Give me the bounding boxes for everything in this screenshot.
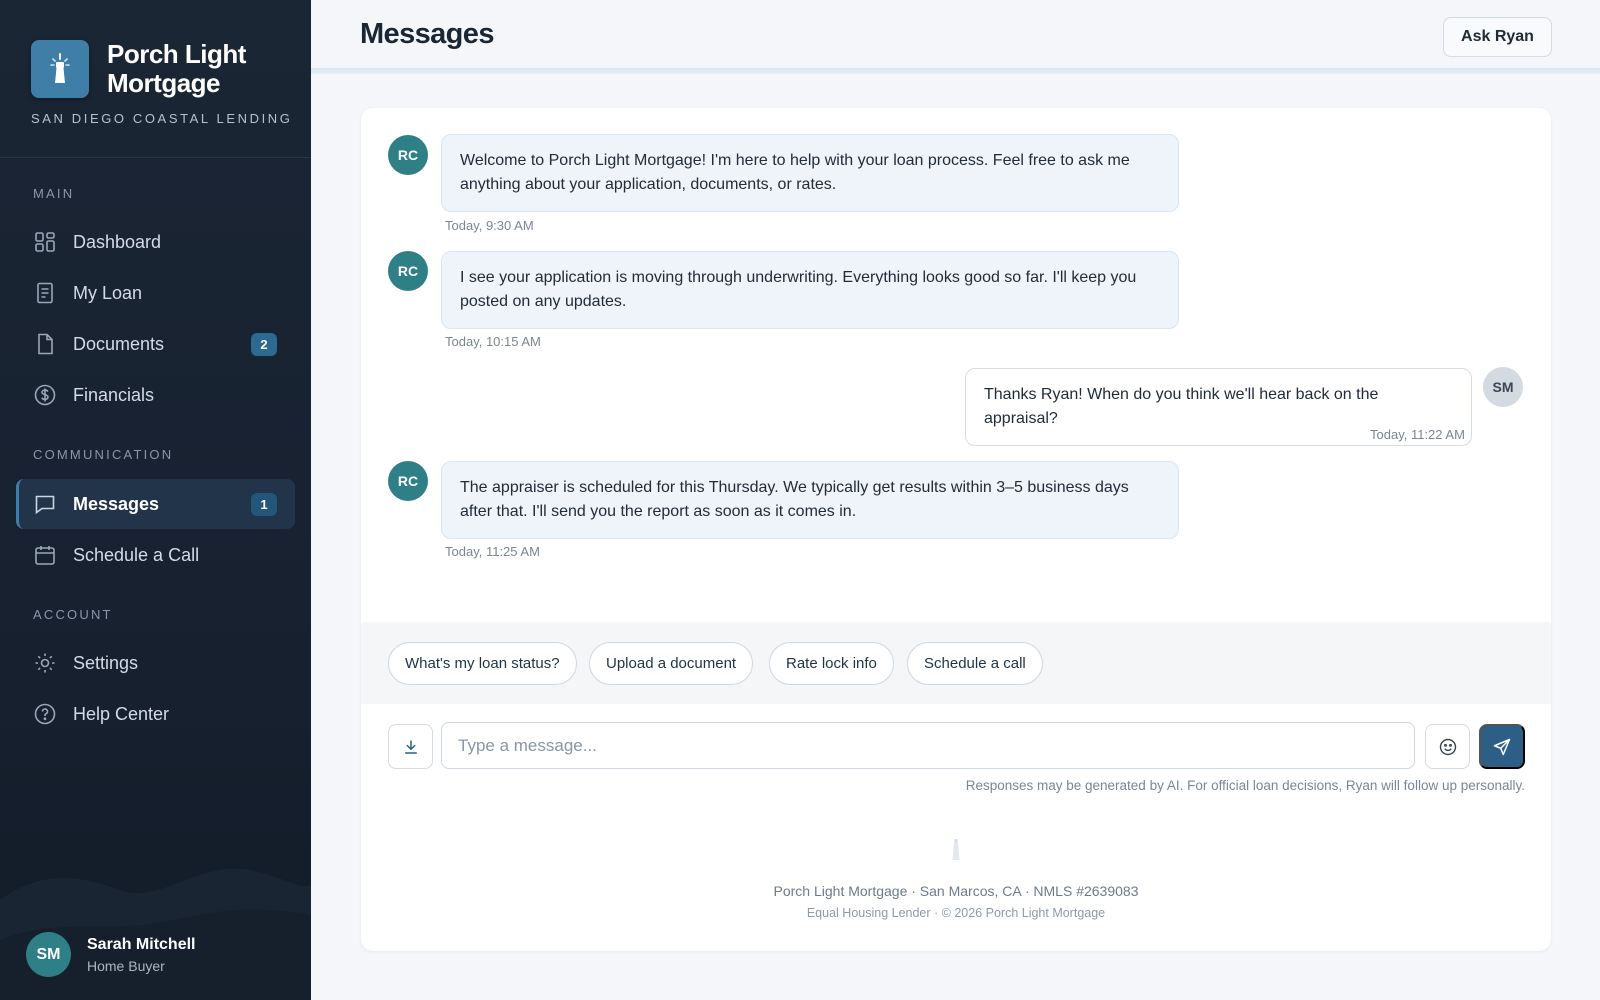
calendar-icon — [35, 546, 55, 565]
user-role: Home Buyer — [87, 957, 165, 974]
sidebar-item-dashboard[interactable]: Dashboard — [16, 217, 295, 267]
lighthouse-icon — [952, 839, 960, 860]
quick-reply-loan-status[interactable]: What's my loan status? — [388, 642, 577, 685]
ask-ryan-button[interactable]: Ask Ryan — [1443, 17, 1552, 57]
messages-count-badge: 1 — [251, 493, 277, 516]
file-icon — [38, 333, 53, 355]
sidebar-item-schedule-call[interactable]: Schedule a Call — [16, 530, 295, 580]
user-name: Sarah Mitchell — [87, 935, 196, 953]
sidebar-item-financials[interactable]: Financials — [16, 370, 295, 420]
avatar: SM — [26, 932, 71, 977]
sidebar-item-my-loan[interactable]: My Loan — [16, 268, 295, 318]
sidebar-item-label: Schedule a Call — [73, 544, 200, 565]
page-title: Messages — [360, 18, 494, 50]
sidebar-item-help-center[interactable]: Help Center — [16, 689, 295, 739]
message-bubble: I see your application is moving through… — [441, 251, 1179, 329]
sidebar-item-settings[interactable]: Settings — [16, 638, 295, 688]
document-list-icon — [37, 282, 53, 304]
nav-section-main: MAIN — [33, 186, 75, 201]
message-bubble: Welcome to Porch Light Mortgage! I'm her… — [441, 134, 1179, 212]
messages-panel: RC Welcome to Porch Light Mortgage! I'm … — [361, 108, 1551, 951]
message-timestamp: Today, 11:25 AM — [445, 544, 540, 559]
sidebar-item-label: Dashboard — [73, 231, 162, 252]
quick-reply-upload-document[interactable]: Upload a document — [589, 642, 754, 685]
nav-section-communication: COMMUNICATION — [33, 447, 174, 462]
brand[interactable]: Porch Light Mortgage — [31, 40, 247, 98]
attach-button[interactable] — [388, 724, 433, 769]
ai-disclaimer: Responses may be generated by AI. For of… — [965, 778, 1525, 793]
chat-icon — [35, 495, 55, 515]
message-timestamp: Today, 11:22 AM — [1370, 427, 1465, 442]
user-profile[interactable]: SM Sarah Mitchell Home Buyer — [26, 932, 195, 977]
help-icon — [34, 703, 56, 725]
send-button[interactable] — [1479, 724, 1525, 769]
quick-reply-schedule-call[interactable]: Schedule a call — [907, 642, 1043, 685]
footer-legal: Equal Housing Lender · © 2026 Porch Ligh… — [806, 906, 1106, 920]
top-bar — [311, 0, 1600, 72]
quick-reply-rate-lock[interactable]: Rate lock info — [769, 642, 894, 685]
dollar-icon — [34, 384, 56, 406]
avatar: SM — [1483, 367, 1523, 407]
send-icon — [1493, 738, 1511, 755]
dashboard-icon — [35, 232, 55, 252]
sidebar: Porch Light Mortgage SAN DIEGO COASTAL L… — [0, 0, 311, 1000]
sidebar-item-label: Messages — [73, 493, 160, 514]
brand-name: Porch Light Mortgage — [107, 39, 246, 98]
sidebar-divider — [0, 157, 311, 158]
sidebar-item-documents[interactable]: Documents 2 — [16, 319, 295, 369]
emoji-button[interactable] — [1425, 724, 1470, 769]
nav-section-account: ACCOUNT — [33, 607, 113, 622]
sidebar-item-label: Documents — [73, 333, 165, 354]
footer-company-info: Porch Light Mortgage · San Marcos, CA · … — [773, 883, 1139, 899]
top-bar-divider — [311, 68, 1600, 74]
download-icon — [404, 739, 417, 754]
message-input[interactable] — [441, 722, 1415, 769]
avatar: RC — [388, 135, 428, 175]
message-timestamp: Today, 10:15 AM — [445, 334, 541, 349]
sidebar-item-messages[interactable]: Messages 1 — [16, 479, 295, 529]
avatar: RC — [388, 461, 428, 501]
smiley-icon — [1439, 738, 1456, 755]
avatar: RC — [388, 251, 428, 291]
lighthouse-icon — [31, 40, 89, 98]
brand-tagline: SAN DIEGO COASTAL LENDING — [31, 111, 293, 126]
gear-icon — [35, 653, 55, 673]
sidebar-item-label: My Loan — [73, 282, 143, 303]
sidebar-item-label: Financials — [73, 384, 155, 405]
message-bubble: The appraiser is scheduled for this Thur… — [441, 461, 1179, 539]
sidebar-item-label: Help Center — [73, 703, 170, 724]
documents-count-badge: 2 — [251, 333, 277, 356]
sidebar-item-label: Settings — [73, 652, 139, 673]
message-timestamp: Today, 9:30 AM — [445, 218, 534, 233]
